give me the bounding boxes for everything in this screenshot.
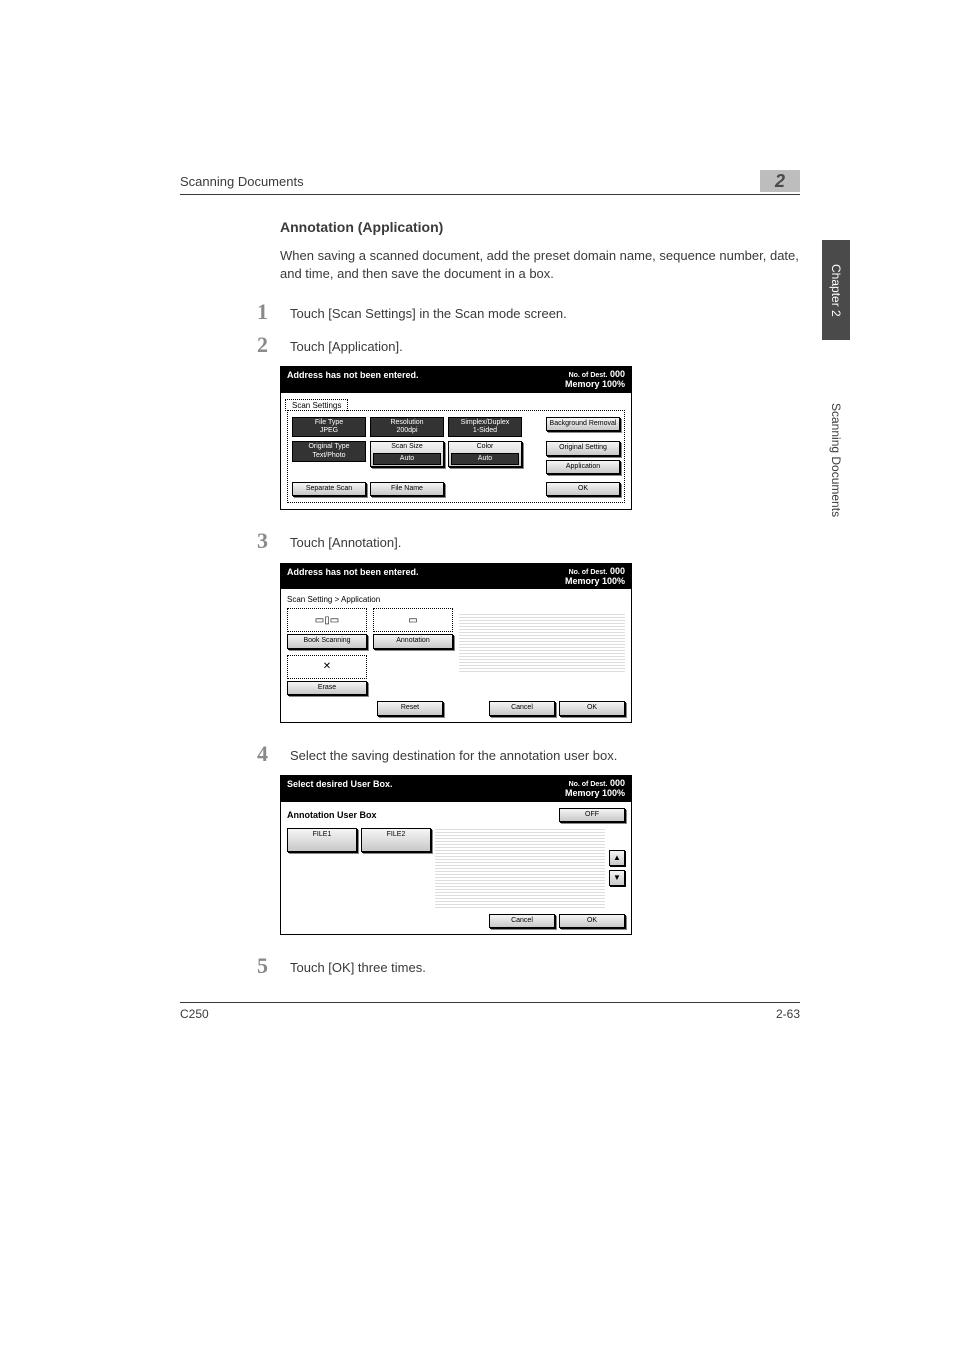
ui4-dest-val: 000 (610, 778, 625, 788)
ui3-empty-area (459, 612, 625, 672)
original-setting-button[interactable]: Original Setting (546, 441, 620, 455)
color-button[interactable]: Color Auto (448, 441, 522, 467)
scroll-down-button[interactable]: ▼ (609, 870, 625, 886)
ui4-off-button[interactable]: OFF (559, 808, 625, 822)
original-type-value: Text/Photo (312, 452, 345, 459)
original-type-button[interactable]: Original Type Text/Photo (292, 441, 366, 462)
footer-left: C250 (180, 1007, 209, 1021)
intro-paragraph: When saving a scanned document, add the … (280, 247, 800, 283)
footer-right: 2-63 (776, 1007, 800, 1021)
step-4-text: Select the saving destination for the an… (290, 743, 617, 765)
ui4-header-right: No. of Dest. 000 Memory 100% (565, 779, 625, 799)
step-3: 3 Touch [Annotation]. (250, 530, 800, 552)
step-2-text: Touch [Application]. (290, 334, 403, 356)
scan-size-value: Auto (373, 453, 441, 465)
step-4: 4 Select the saving destination for the … (250, 743, 800, 765)
step-5-number: 5 (250, 955, 268, 977)
ui4-empty-area (435, 828, 605, 908)
ui3-header: Address has not been entered. No. of Des… (281, 564, 631, 590)
step-5: 5 Touch [OK] three times. (250, 955, 800, 977)
annotation-icon: ▭ (373, 608, 453, 632)
resolution-button[interactable]: Resolution 200dpi (370, 417, 444, 438)
running-head-title: Scanning Documents (180, 174, 304, 189)
step-5-text: Touch [OK] three times. (290, 955, 426, 977)
ui3-ok-button[interactable]: OK (559, 701, 625, 715)
running-head: Scanning Documents 2 (180, 170, 800, 195)
chapter-chip: 2 (760, 170, 800, 192)
ui2-header-left: Address has not been entered. (287, 370, 419, 390)
erase-button[interactable]: Erase (287, 681, 367, 695)
ui2-memory: Memory 100% (565, 379, 625, 389)
file2-button[interactable]: FILE2 (361, 828, 431, 852)
step-3-text: Touch [Annotation]. (290, 530, 401, 552)
ui4-header: Select desired User Box. No. of Dest. 00… (281, 776, 631, 802)
ui2-header-right: No. of Dest. 000 Memory 100% (565, 370, 625, 390)
color-value: Auto (451, 453, 519, 465)
side-tab-section: Scanning Documents (822, 350, 850, 570)
ui3-memory: Memory 100% (565, 576, 625, 586)
ui4-cancel-button[interactable]: Cancel (489, 914, 555, 928)
application-button[interactable]: Application (546, 460, 620, 474)
file-type-value: JPEG (320, 427, 338, 434)
resolution-value: 200dpi (396, 427, 417, 434)
ui4-ok-button[interactable]: OK (559, 914, 625, 928)
side-tab-chapter: Chapter 2 (822, 240, 850, 340)
color-label: Color (477, 443, 494, 450)
step-3-number: 3 (250, 530, 268, 552)
scan-size-button[interactable]: Scan Size Auto (370, 441, 444, 467)
original-type-label: Original Type (308, 443, 349, 450)
ui3-reset-button[interactable]: Reset (377, 701, 443, 715)
ui4-memory: Memory 100% (565, 788, 625, 798)
simplex-duplex-button[interactable]: Simplex/Duplex 1-Sided (448, 417, 522, 438)
file-name-button[interactable]: File Name (370, 482, 444, 496)
annotation-button[interactable]: Annotation (373, 634, 453, 648)
ui4-subtitle: Annotation User Box (287, 810, 377, 820)
step-4-number: 4 (250, 743, 268, 765)
ui2-dest-val: 000 (610, 369, 625, 379)
step-1-text: Touch [Scan Settings] in the Scan mode s… (290, 301, 567, 323)
step-1-number: 1 (250, 301, 268, 323)
file-type-label: File Type (315, 419, 343, 426)
erase-icon: ✕ (287, 655, 367, 679)
file-type-button[interactable]: File Type JPEG (292, 417, 366, 438)
ui-application: Address has not been entered. No. of Des… (280, 563, 632, 723)
step-2-number: 2 (250, 334, 268, 356)
simplex-duplex-value: 1-Sided (473, 427, 497, 434)
ui3-header-right: No. of Dest. 000 Memory 100% (565, 567, 625, 587)
ui3-breadcrumb: Scan Setting > Application (287, 595, 625, 604)
simplex-duplex-label: Simplex/Duplex (461, 419, 510, 426)
scan-size-label: Scan Size (391, 443, 423, 450)
ui3-header-left: Address has not been entered. (287, 567, 419, 587)
ui3-dest-val: 000 (610, 566, 625, 576)
ui3-cancel-button[interactable]: Cancel (489, 701, 555, 715)
ui2-ok-button[interactable]: OK (546, 482, 620, 496)
book-scanning-button[interactable]: Book Scanning (287, 634, 367, 648)
ui-scan-settings: Address has not been entered. No. of Des… (280, 366, 632, 511)
book-scanning-icon: ▭▯▭ (287, 608, 367, 632)
ui4-header-left: Select desired User Box. (287, 779, 393, 799)
ui-select-user-box: Select desired User Box. No. of Dest. 00… (280, 775, 632, 936)
resolution-label: Resolution (390, 419, 423, 426)
scroll-up-button[interactable]: ▲ (609, 850, 625, 866)
page-footer: C250 2-63 (180, 1002, 800, 1021)
page-content: Scanning Documents 2 Annotation (Applica… (180, 170, 800, 1021)
background-removal-button[interactable]: Background Removal (546, 417, 620, 431)
file1-button[interactable]: FILE1 (287, 828, 357, 852)
separate-scan-button[interactable]: Separate Scan (292, 482, 366, 496)
step-1: 1 Touch [Scan Settings] in the Scan mode… (250, 301, 800, 323)
ui2-header: Address has not been entered. No. of Des… (281, 367, 631, 393)
section-heading: Annotation (Application) (280, 219, 800, 235)
ui2-tab-scan-settings[interactable]: Scan Settings (285, 399, 348, 411)
step-2: 2 Touch [Application]. (250, 334, 800, 356)
